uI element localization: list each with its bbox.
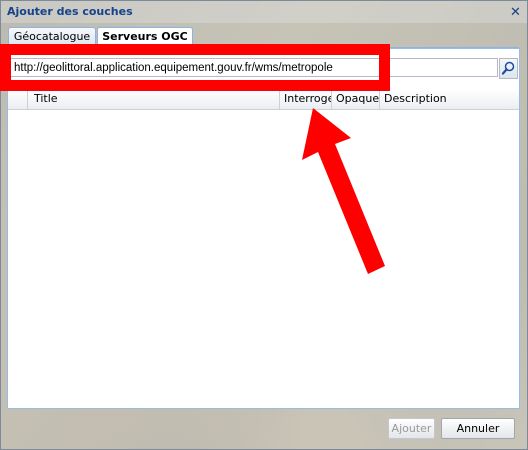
- add-button[interactable]: Ajouter: [388, 418, 435, 439]
- column-select[interactable]: [8, 89, 28, 109]
- dialog-title: Ajouter des couches: [7, 5, 133, 18]
- ogc-panel: http://geolittoral.application.equipemen…: [7, 48, 520, 409]
- add-layers-dialog: Ajouter des couches ✕ Géocatalogue Serve…: [0, 0, 528, 450]
- column-description[interactable]: Description: [380, 89, 519, 109]
- column-title[interactable]: Title: [28, 89, 280, 109]
- layers-grid-header: Title Interroge Opaque Description: [8, 89, 519, 110]
- dialog-titlebar[interactable]: Ajouter des couches ✕: [1, 1, 527, 23]
- tab-ogc-servers[interactable]: Serveurs OGC: [97, 27, 193, 48]
- tab-geocatalogue[interactable]: Géocatalogue: [8, 27, 96, 46]
- column-interroge[interactable]: Interroge: [280, 89, 332, 109]
- cancel-button[interactable]: Annuler: [441, 418, 515, 439]
- layers-grid-body[interactable]: [8, 110, 519, 408]
- server-url-input[interactable]: http://geolittoral.application.equipemen…: [9, 58, 498, 77]
- column-opaque[interactable]: Opaque: [332, 89, 380, 109]
- search-button[interactable]: [499, 58, 518, 79]
- dialog-footer: Ajouter Annuler: [1, 410, 527, 446]
- tab-strip: Géocatalogue Serveurs OGC: [7, 26, 519, 48]
- close-icon[interactable]: ✕: [508, 5, 523, 20]
- magnifier-icon: [501, 61, 515, 75]
